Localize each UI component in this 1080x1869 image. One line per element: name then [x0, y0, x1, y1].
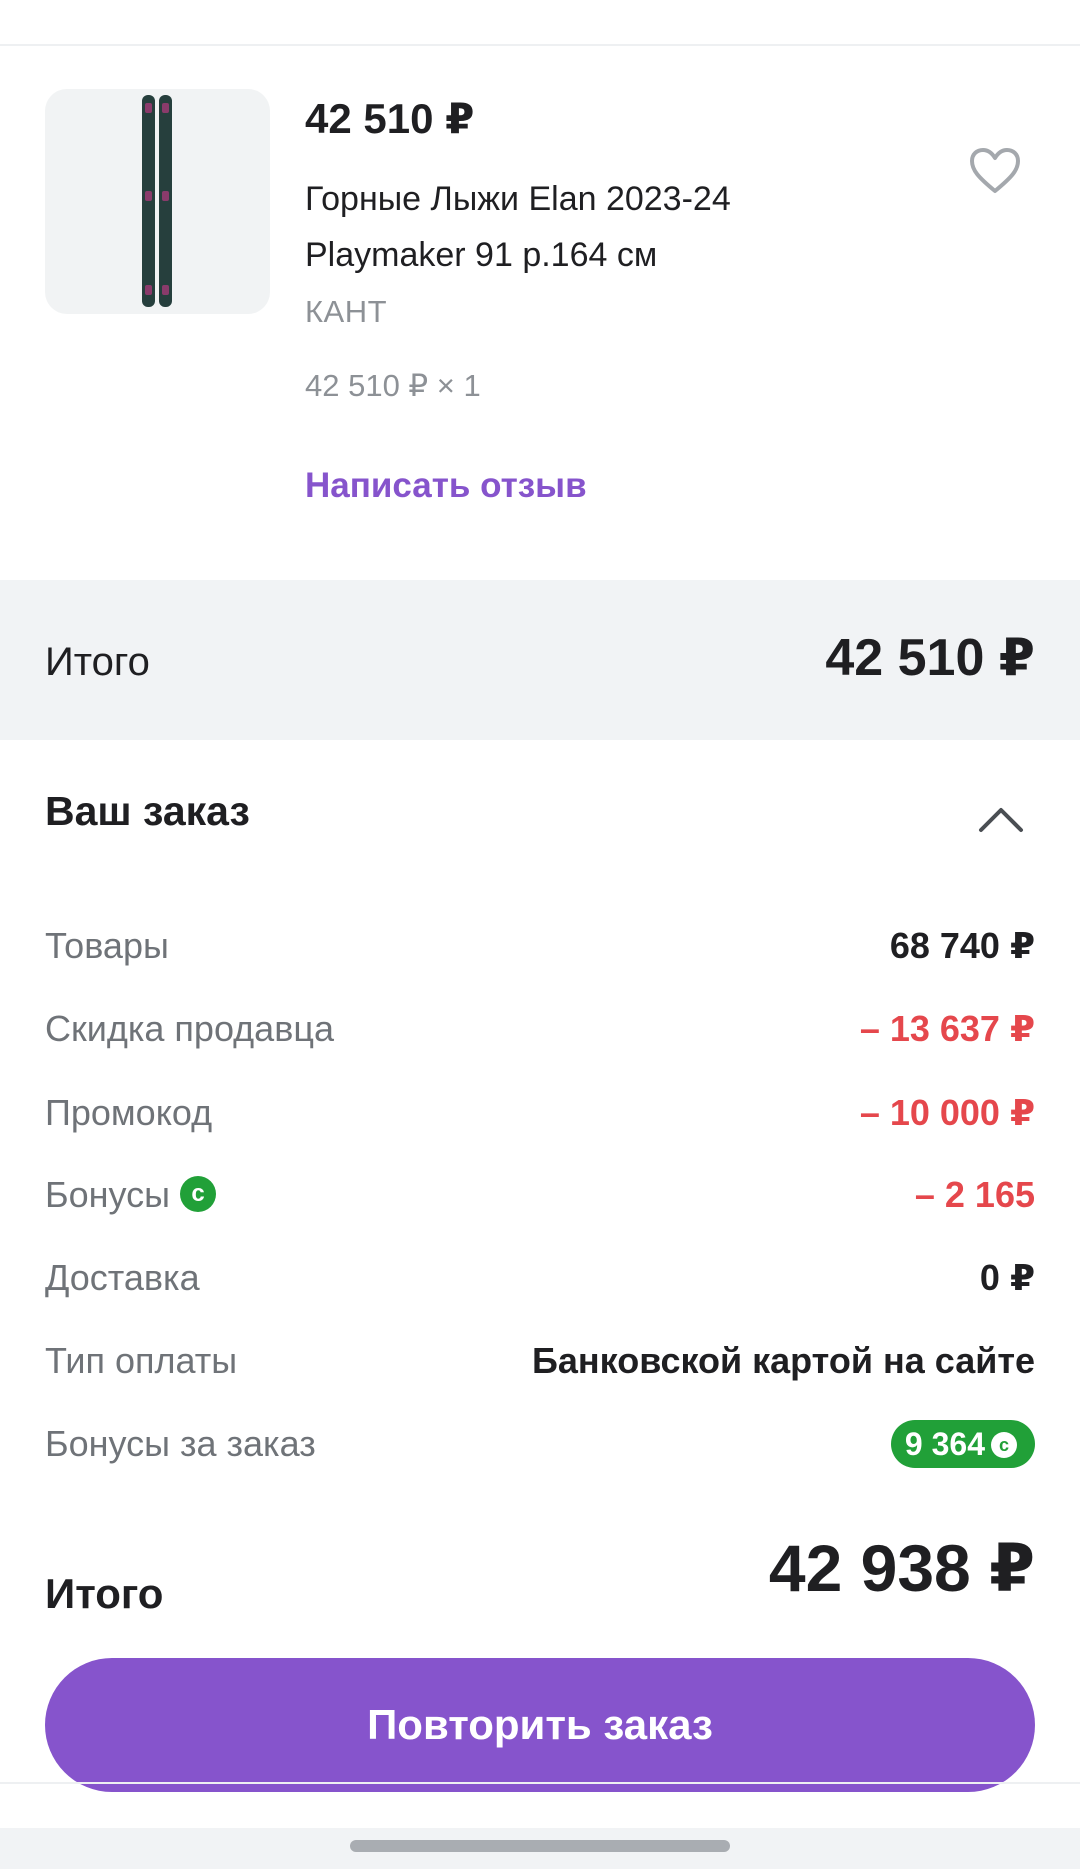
order-grand-total: Итого 42 938 ₽: [45, 1530, 1035, 1640]
item-total-band: Итого 42 510 ₽: [0, 580, 1080, 740]
grand-total-value: 42 938 ₽: [768, 1531, 1035, 1605]
summary-label: Бонусы за заказ: [45, 1423, 316, 1464]
summary-row-bonuses: Бонусы с – 2 165: [45, 1165, 1035, 1225]
bottom-divider: [0, 1782, 1080, 1784]
summary-row-bonuses-earned: Бонусы за заказ 9 364 с: [45, 1414, 1035, 1474]
order-item-card: 42 510 ₽ Горные Лыжи Elan 2023-24 Playma…: [0, 46, 1080, 580]
product-title[interactable]: Горные Лыжи Elan 2023-24 Playmaker 91 р.…: [305, 171, 865, 283]
summary-row-promocode: Промокод – 10 000 ₽: [45, 1083, 1035, 1143]
summary-row-delivery: Доставка 0 ₽: [45, 1248, 1035, 1308]
bonus-coin-icon: с: [991, 1431, 1017, 1458]
summary-row-goods: Товары 68 740 ₽: [45, 916, 1035, 976]
product-price: 42 510 ₽: [305, 95, 475, 142]
bonus-earned-value: 9 364: [904, 1426, 985, 1462]
write-review-link[interactable]: Написать отзыв: [305, 466, 587, 506]
summary-value: – 10 000 ₽: [859, 1092, 1035, 1133]
summary-label: Промокод: [45, 1092, 213, 1133]
bonus-coin-icon: с: [180, 1176, 216, 1213]
summary-value: – 13 637 ₽: [859, 1008, 1035, 1049]
summary-value: 68 740 ₽: [889, 925, 1035, 966]
seller-name: КАНТ: [305, 294, 388, 329]
home-indicator[interactable]: [350, 1840, 730, 1852]
ski-right-graphic: [159, 95, 172, 307]
summary-label: Товары: [45, 925, 169, 966]
summary-value: – 2 165: [914, 1174, 1035, 1215]
summary-label: Скидка продавца: [45, 1008, 334, 1049]
summary-label: Бонусы: [45, 1174, 170, 1215]
grand-total-label: Итого: [45, 1570, 164, 1617]
heart-outline-icon[interactable]: [968, 146, 1022, 196]
bonus-earned-badge: 9 364 с: [890, 1420, 1035, 1468]
summary-label: Доставка: [45, 1257, 200, 1298]
summary-value: Банковской картой на сайте: [532, 1340, 1035, 1381]
item-total-value: 42 510 ₽: [825, 629, 1035, 687]
summary-row-payment-type: Тип оплаты Банковской картой на сайте: [45, 1331, 1035, 1391]
unit-price-quantity: 42 510 ₽ × 1: [305, 368, 481, 403]
product-image[interactable]: [45, 89, 270, 314]
repeat-order-button[interactable]: Повторить заказ: [45, 1658, 1035, 1792]
item-total-label: Итого: [45, 640, 150, 684]
ski-left-graphic: [142, 95, 155, 307]
chevron-up-icon[interactable]: [975, 800, 1027, 836]
summary-label: Тип оплаты: [45, 1340, 238, 1381]
order-summary-title: Ваш заказ: [45, 788, 250, 834]
summary-row-seller-discount: Скидка продавца – 13 637 ₽: [45, 999, 1035, 1059]
summary-value: 0 ₽: [979, 1257, 1035, 1298]
system-navigation-bar: [0, 1828, 1080, 1869]
